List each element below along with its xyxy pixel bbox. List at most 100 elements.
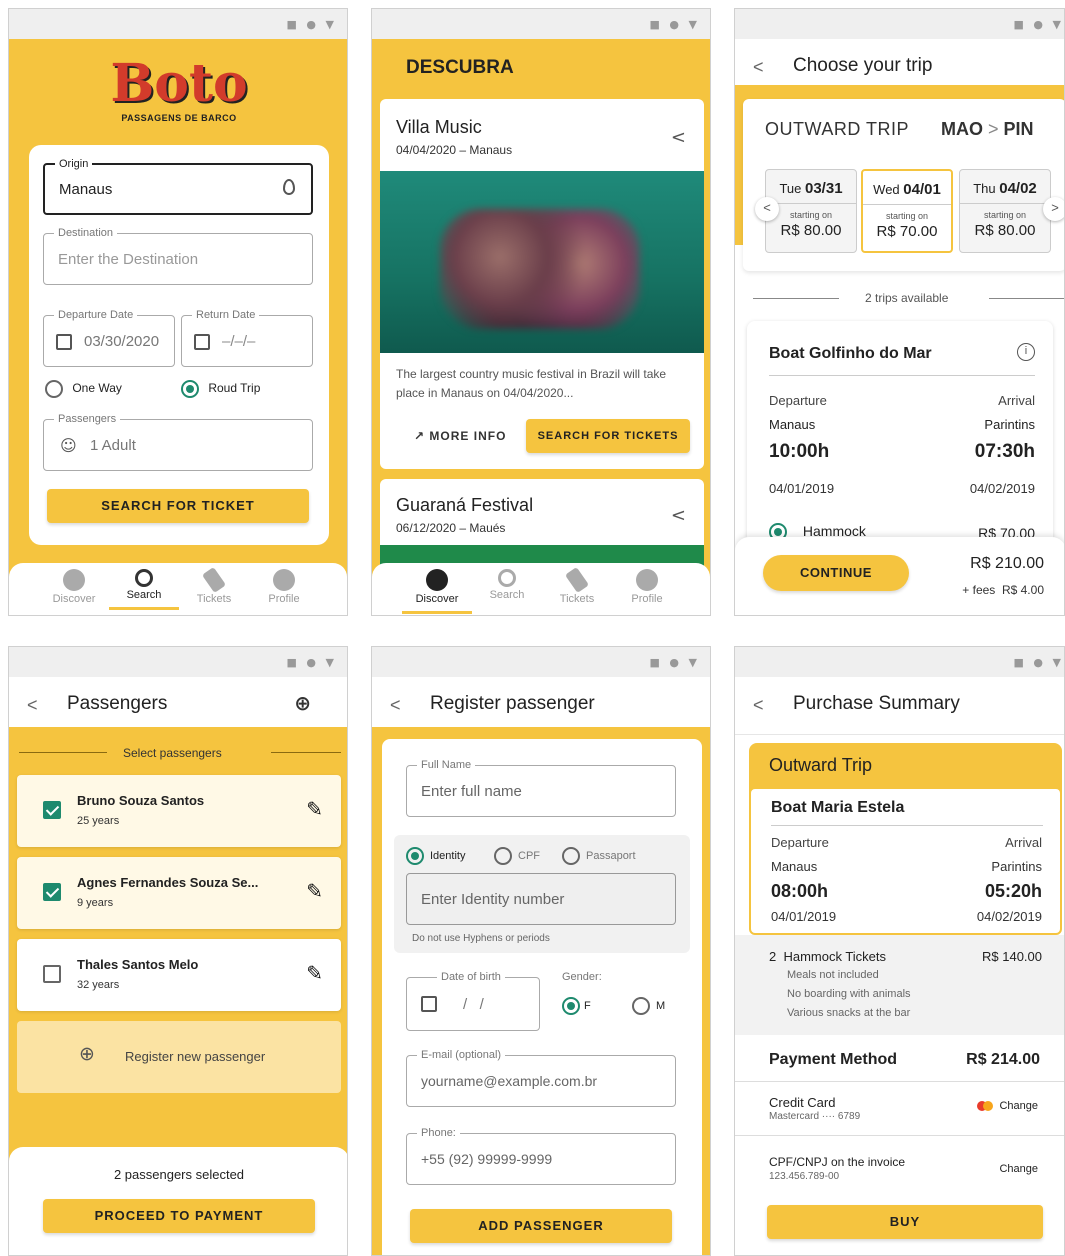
nav-search[interactable]: Search [109, 569, 179, 610]
gender-f-option[interactable]: F [562, 997, 591, 1015]
status-bar: ■ ● ▼ [735, 9, 1064, 39]
event-card-villa-music[interactable]: Villa Music 04/04/2020 – Manaus < The la… [380, 99, 704, 469]
share-icon[interactable]: < [671, 127, 686, 148]
page-title: Choose your trip [793, 55, 933, 76]
event-title: Villa Music [396, 117, 482, 137]
identity-hint: Do not use Hyphens or periods [412, 933, 550, 944]
change-cpf-button[interactable]: Change [999, 1163, 1038, 1175]
boat-card: Boat Maria Estela Departure Arrival Mana… [749, 787, 1062, 935]
search-tickets-button[interactable]: SEARCH FOR TICKETS [526, 419, 690, 453]
full-name-field[interactable]: Full Name Enter full name [406, 759, 676, 817]
screen-purchase-summary: ■ ● ▼ < Purchase Summary Outward Trip Bo… [734, 646, 1065, 1256]
gender-label: Gender: [562, 971, 602, 983]
ticket-icon [201, 566, 227, 594]
boto-logo: Boto [110, 53, 248, 114]
email-field[interactable]: E-mail (optional) yourname@example.com.b… [406, 1049, 676, 1107]
chevron-right-icon: > [988, 119, 999, 139]
page-title: Passengers [67, 693, 168, 714]
identity-input[interactable]: Enter Identity number [406, 873, 676, 925]
departure-date-field[interactable]: Departure Date 03/30/2020 [43, 309, 175, 367]
fees: + fees R$ 4.00 [962, 583, 1044, 597]
select-passengers-label: Select passengers [123, 746, 222, 760]
trip-header-card: OUTWARD TRIP MAO > PIN Tue 03/31 startin… [743, 99, 1064, 271]
checkbox-icon[interactable] [43, 801, 61, 819]
date-of-birth-field[interactable]: Date of birth / / [406, 971, 540, 1031]
checkbox-icon[interactable] [43, 883, 61, 901]
passenger-row[interactable]: Agnes Fernandes Souza Se... 9 years ✎ [17, 857, 341, 929]
passengers-field[interactable]: Passengers ☺ 1 Adult [43, 413, 313, 471]
nav-discover[interactable]: Discover [402, 569, 472, 614]
screen-search: ■ ● ▼ Boto PASSAGENS DE BARCO Origin Man… [8, 8, 348, 616]
ticket-icon [564, 566, 590, 594]
event-date: 06/12/2020 – Maués [396, 521, 506, 535]
add-passenger-button[interactable]: ADD PASSENGER [410, 1209, 672, 1243]
logo-tagline: PASSAGENS DE BARCO [121, 113, 237, 123]
destination-field[interactable]: Destination Enter the Destination [43, 227, 313, 285]
one-way-option[interactable]: One Way [45, 380, 122, 398]
passenger-row[interactable]: Bruno Souza Santos 25 years ✎ [17, 775, 341, 847]
origin-value: Manaus [59, 181, 113, 198]
phone-field[interactable]: Phone: +55 (92) 99999-9999 [406, 1127, 676, 1185]
more-info-button[interactable]: ↗ MORE INFO [414, 429, 506, 443]
edit-icon[interactable]: ✎ [306, 879, 323, 903]
nav-search[interactable]: Search [472, 569, 542, 601]
nav-tickets[interactable]: Tickets [542, 566, 612, 605]
date-option-2[interactable]: Thu 04/02 starting on R$ 80.00 [959, 169, 1051, 253]
buy-button[interactable]: BUY [767, 1205, 1043, 1239]
status-bar: ■ ● ▼ [735, 647, 1064, 677]
doc-passport-option[interactable]: Passaport [562, 847, 636, 865]
bottom-summary: 2 passengers selected PROCEED TO PAYMENT [9, 1147, 347, 1255]
screen-passengers: ■ ● ▼ < Passengers ⊕ Select passengers B… [8, 646, 348, 1256]
screen-choose-trip: ■ ● ▼ < Choose your trip OUTWARD TRIP MA… [734, 8, 1065, 616]
compass-icon [426, 569, 448, 591]
event-photo [380, 171, 704, 353]
doc-cpf-option[interactable]: CPF [494, 847, 540, 865]
change-card-button[interactable]: Change [977, 1100, 1038, 1112]
profile-icon [636, 569, 658, 591]
nav-profile[interactable]: Profile [249, 569, 319, 605]
screen-discover: ■ ● ▼ DESCUBRA Villa Music 04/04/2020 – … [371, 8, 711, 616]
back-icon[interactable]: < [27, 695, 38, 716]
date-option-1[interactable]: Wed 04/01 starting on R$ 70.00 [861, 169, 953, 253]
round-trip-option[interactable]: Roud Trip [181, 380, 260, 398]
nav-profile[interactable]: Profile [612, 569, 682, 605]
trips-available: 2 trips available [865, 291, 949, 305]
nav-discover[interactable]: Discover [39, 569, 109, 605]
back-icon[interactable]: < [753, 57, 764, 78]
doc-identity-option[interactable]: Identity [406, 847, 465, 865]
origin-field[interactable]: Origin Manaus [43, 158, 313, 215]
calendar-icon [56, 334, 72, 350]
location-pin-icon [283, 179, 295, 195]
bottom-nav: Discover Search Tickets Profile [372, 563, 710, 615]
back-icon[interactable]: < [753, 695, 764, 716]
share-icon[interactable]: < [671, 505, 686, 526]
back-icon[interactable]: < [390, 695, 401, 716]
search-ticket-button[interactable]: SEARCH FOR TICKET [47, 489, 309, 523]
external-link-icon: ↗ [414, 429, 426, 443]
passenger-row[interactable]: Thales Santos Melo 32 years ✎ [17, 939, 341, 1011]
status-bar: ■ ● ▼ [9, 9, 347, 39]
checkbox-icon[interactable] [43, 965, 61, 983]
destination-placeholder: Enter the Destination [58, 251, 199, 268]
edit-icon[interactable]: ✎ [306, 961, 323, 985]
prev-date-button[interactable]: < [755, 197, 779, 221]
add-person-icon[interactable]: ⊕ [294, 691, 311, 715]
proceed-to-payment-button[interactable]: PROCEED TO PAYMENT [43, 1199, 315, 1233]
person-icon: ☺ [60, 436, 77, 455]
band-silhouette [440, 209, 640, 329]
edit-icon[interactable]: ✎ [306, 797, 323, 821]
screen-register-passenger: ■ ● ▼ < Register passenger Full Name Ent… [371, 646, 711, 1256]
status-icons: ■ ● ▼ [286, 18, 337, 31]
info-icon[interactable]: i [1017, 343, 1035, 361]
continue-button[interactable]: CONTINUE [763, 555, 909, 591]
event-description: The largest country music festival in Br… [396, 367, 667, 400]
calendar-icon [194, 334, 210, 350]
register-new-passenger-button[interactable]: ⊕ Register new passenger [17, 1021, 341, 1093]
bottom-nav: Discover Search Tickets Profile [9, 563, 347, 615]
bottom-summary: CONTINUE R$ 210.00 + fees R$ 4.00 [735, 537, 1064, 615]
gender-m-option[interactable]: M [632, 997, 665, 1015]
return-date-field[interactable]: Return Date –/–/– [181, 309, 313, 367]
next-date-button[interactable]: > [1043, 197, 1064, 221]
status-bar: ■ ● ▼ [372, 647, 710, 677]
nav-tickets[interactable]: Tickets [179, 566, 249, 605]
